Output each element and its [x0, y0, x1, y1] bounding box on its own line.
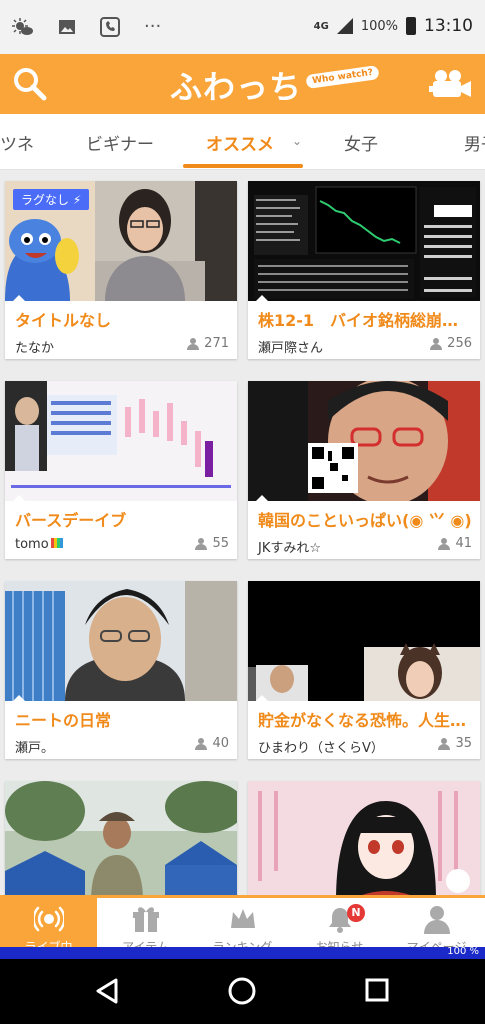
streamer-name: JKすみれ☆	[258, 541, 322, 556]
back-icon[interactable]	[94, 977, 122, 1005]
streamer-name: 瀬戸際さん	[258, 341, 324, 356]
viewer-count-value: 35	[455, 736, 472, 751]
card-info: バースデーイブ tomo 55	[5, 501, 237, 559]
person-icon	[424, 906, 450, 934]
stream-title: タイトルなし	[15, 311, 112, 330]
card-info: ニートの日常 瀬戸。 40	[5, 701, 237, 759]
viewer-icon	[437, 537, 451, 550]
logo-text: ふわっち	[170, 68, 303, 106]
viewer-count-value: 40	[212, 736, 229, 751]
stream-thumbnail	[248, 181, 480, 301]
stream-card[interactable]	[5, 781, 237, 895]
recents-icon[interactable]	[364, 977, 390, 1003]
clock: 13:10	[424, 16, 473, 36]
signal-icon	[336, 18, 353, 34]
nav-mypage[interactable]: マイページ	[388, 898, 485, 954]
streamer-name: ひまわり（さくらV）	[258, 741, 384, 756]
stream-thumbnail	[5, 781, 237, 895]
stream-title: 韓国のこといっぱい(◉ ⺍ ◉)	[258, 511, 472, 530]
stream-card[interactable]: 韓国のこといっぱい(◉ ⺍ ◉) JKすみれ☆ 41	[248, 381, 480, 559]
viewer-icon	[437, 737, 451, 750]
tab-boys[interactable]: 男子	[464, 130, 485, 155]
network-label: 4G	[313, 20, 329, 32]
logo-bubble: Who watch?	[305, 64, 380, 90]
category-tabs: ツネ ビギナー オススメ ⌄ 女子 男子	[0, 114, 485, 170]
tab-beginner[interactable]: ビギナー	[86, 130, 154, 155]
tab-recommended[interactable]: オススメ	[206, 130, 274, 155]
app-logo: ふわっち Who watch?	[170, 60, 380, 110]
nav-live[interactable]: ライブ中	[0, 898, 97, 954]
gift-icon	[133, 907, 159, 932]
viewer-count-value: 55	[212, 536, 229, 551]
battery-percent: 100%	[360, 18, 398, 34]
no-lag-badge: ラグなし ⚡	[13, 189, 90, 210]
crown-icon	[231, 909, 255, 928]
stream-title: ニートの日常	[15, 711, 112, 730]
live-icon	[34, 906, 64, 932]
viewer-count: 35	[437, 736, 472, 751]
stream-card[interactable]: ラグなし ⚡ タイトルなし たなか 271	[5, 181, 237, 359]
card-info: 株12-1 バイオ銘柄総崩れ… 瀬戸際さん 256	[248, 301, 480, 359]
stream-card[interactable]: バースデーイブ tomo 55	[5, 381, 237, 559]
tab-tsune[interactable]: ツネ	[0, 130, 34, 155]
search-icon[interactable]	[10, 64, 50, 104]
stream-card[interactable]	[248, 781, 480, 895]
viewer-icon	[429, 337, 443, 350]
viewer-count: 40	[194, 736, 229, 751]
call-icon	[100, 16, 120, 37]
stream-card[interactable]: 株12-1 バイオ銘柄総崩れ… 瀬戸際さん 256	[248, 181, 480, 359]
streamer-name: 瀬戸。	[15, 741, 55, 756]
weather-icon	[12, 17, 33, 35]
stream-title: 貯金がなくなる恐怖。人生…	[258, 711, 467, 730]
streamer-name-text: tomo	[15, 537, 49, 552]
stream-thumbnail	[5, 581, 237, 701]
card-info: 韓国のこといっぱい(◉ ⺍ ◉) JKすみれ☆ 41	[248, 501, 480, 559]
lightning-icon: ⚡	[72, 193, 82, 207]
viewer-count-value: 41	[455, 536, 472, 551]
stream-grid: ラグなし ⚡ タイトルなし たなか 271 株12-1 バイオ銘柄総崩れ… 瀬戸…	[0, 171, 485, 895]
image-icon	[59, 19, 75, 34]
progress-label: 100 %	[447, 946, 479, 957]
notification-badge: N	[347, 904, 365, 922]
more-dots: ···	[144, 16, 162, 37]
chevron-down-icon[interactable]: ⌄	[292, 134, 302, 148]
tab-girls[interactable]: 女子	[344, 130, 378, 155]
viewer-icon	[194, 537, 208, 550]
stream-title: バースデーイブ	[15, 511, 127, 530]
streamer-name: tomo	[15, 537, 63, 552]
viewer-count-value: 256	[447, 336, 472, 351]
home-icon[interactable]	[228, 977, 256, 1005]
broadcast-camera-icon[interactable]	[429, 68, 473, 100]
viewer-count: 256	[429, 336, 472, 351]
viewer-count-value: 271	[204, 336, 229, 351]
nav-notifications[interactable]: N お知らせ	[291, 898, 388, 954]
viewer-icon	[194, 737, 208, 750]
stream-thumbnail: ラグなし ⚡	[5, 181, 237, 301]
progress-bar: 100 %	[0, 946, 485, 959]
card-info: タイトルなし たなか 271	[5, 301, 237, 359]
app-header: ふわっち Who watch?	[0, 54, 485, 114]
nav-ranking[interactable]: ランキング	[194, 898, 291, 954]
viewer-count: 271	[186, 336, 229, 351]
stream-title: 株12-1 バイオ銘柄総崩れ…	[258, 311, 472, 330]
stream-card[interactable]: 貯金がなくなる恐怖。人生… ひまわり（さくらV） 35	[248, 581, 480, 759]
card-info: 貯金がなくなる恐怖。人生… ひまわり（さくらV） 35	[248, 701, 480, 759]
nav-items[interactable]: アイテム	[97, 898, 194, 954]
stream-thumbnail	[248, 781, 480, 895]
viewer-count: 55	[194, 536, 229, 551]
viewer-count: 41	[437, 536, 472, 551]
stream-thumbnail	[248, 581, 480, 701]
system-nav-bar	[0, 959, 485, 1024]
bar-chart-icon	[50, 538, 63, 548]
viewer-icon	[186, 337, 200, 350]
status-bar: ··· 4G 100% 13:10	[0, 0, 485, 54]
battery-icon	[406, 17, 416, 35]
active-tab-indicator	[183, 164, 303, 168]
no-lag-label: ラグなし	[21, 193, 70, 207]
bottom-nav: ライブ中 アイテム ランキング N お知らせ マイページ	[0, 895, 485, 954]
stream-thumbnail	[5, 381, 237, 501]
stream-card[interactable]: ニートの日常 瀬戸。 40	[5, 581, 237, 759]
stream-thumbnail	[248, 381, 480, 501]
streamer-name: たなか	[15, 341, 55, 356]
